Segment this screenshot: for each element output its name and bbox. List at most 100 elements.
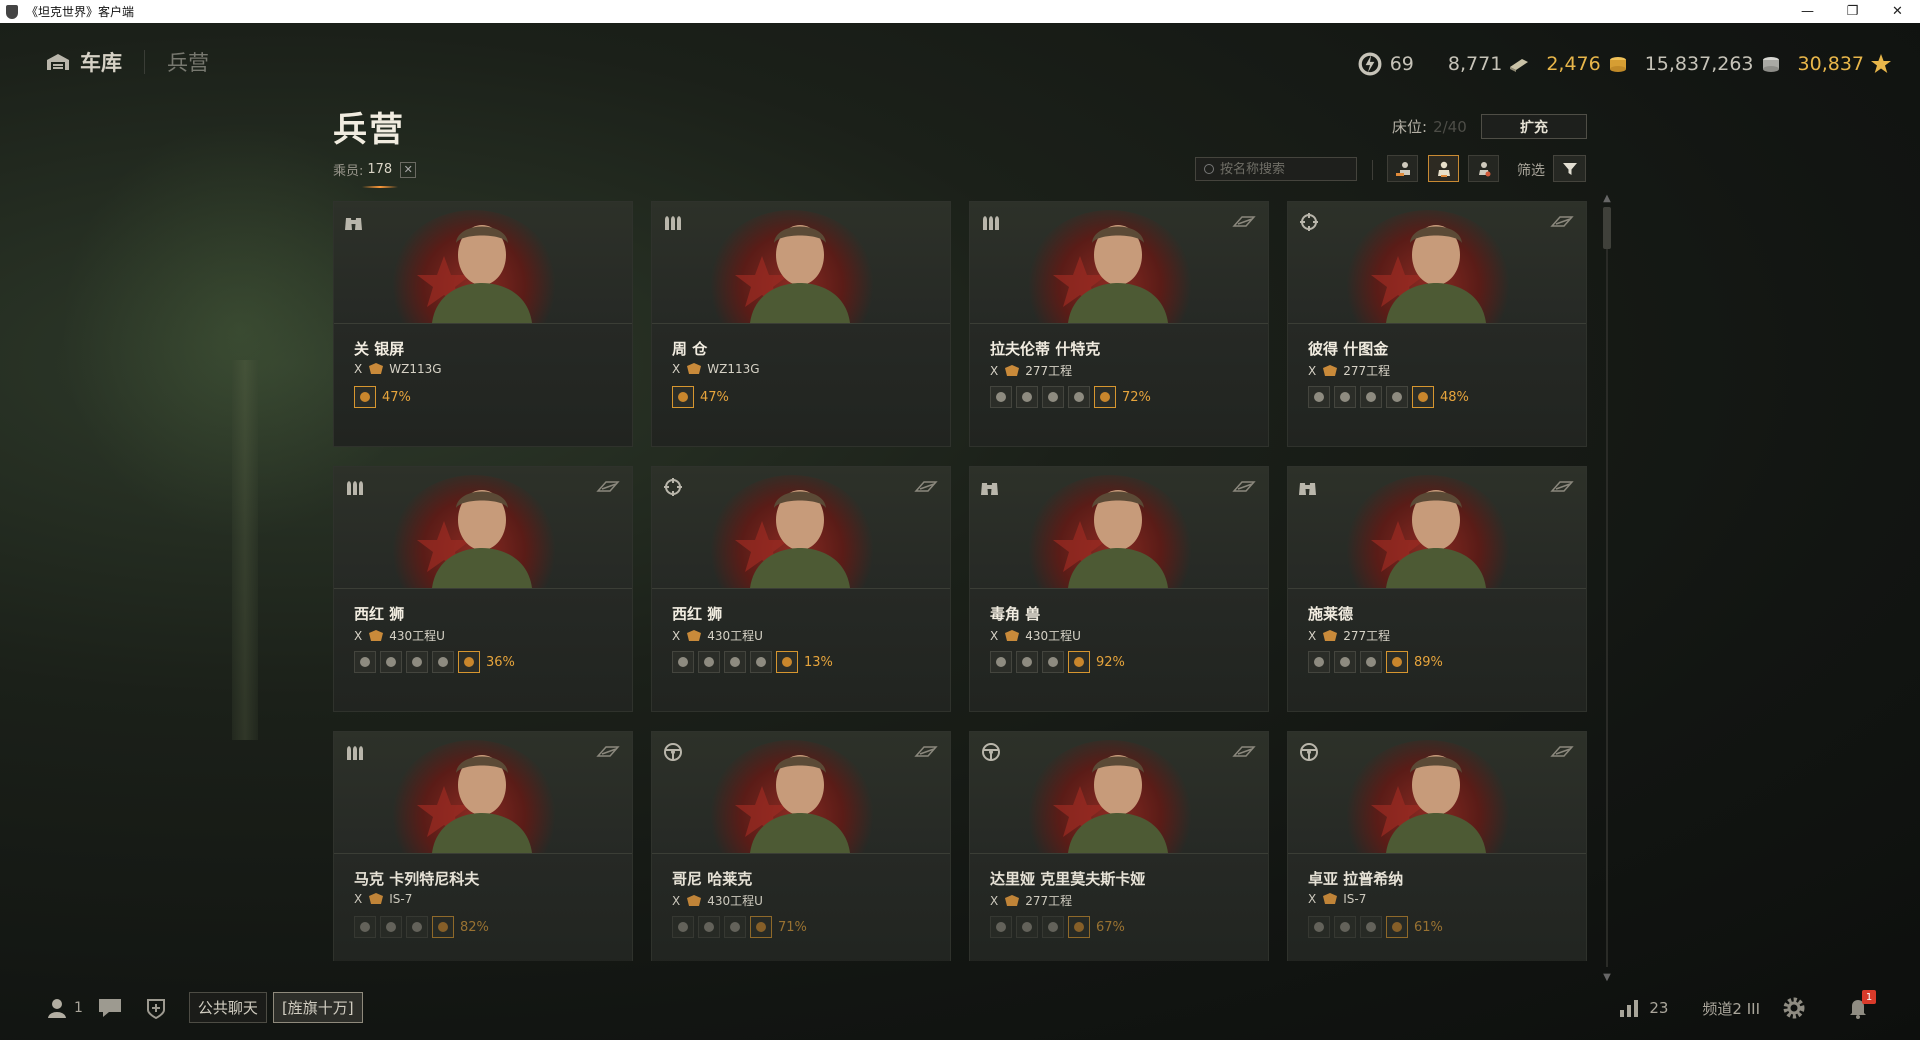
skill-icon[interactable]: [990, 651, 1012, 673]
skill-icon[interactable]: [1308, 916, 1330, 938]
skill-icon[interactable]: [750, 916, 772, 938]
crew-card[interactable]: 周 仓 X WZ113G 47%: [651, 201, 951, 447]
skill-icon[interactable]: [432, 916, 454, 938]
crew-card[interactable]: 哥尼 哈莱克 X 430工程U 71%: [651, 731, 951, 961]
tank-name: WZ113G: [707, 362, 760, 376]
crew-count-highlight: [362, 186, 398, 188]
crew-card[interactable]: 关 银屏 X WZ113G 47%: [333, 201, 633, 447]
server-channel[interactable]: 频道2 III: [1702, 998, 1760, 1019]
crew-card[interactable]: 西红 狮 X 430工程U 36%: [333, 466, 633, 712]
filter-button[interactable]: [1553, 155, 1586, 182]
skill-icon[interactable]: [698, 916, 720, 938]
crew-card[interactable]: 卓亚 拉普希纳 X IS-7 61%: [1287, 731, 1587, 961]
skill-icon[interactable]: [1016, 386, 1038, 408]
tank-name: 277工程: [1025, 364, 1073, 378]
crew-card[interactable]: 彼得 什图金 X 277工程 48%: [1287, 201, 1587, 447]
credits[interactable]: 15,837,263: [1645, 53, 1782, 75]
skill-icon[interactable]: [1334, 386, 1356, 408]
tank-tier: X: [672, 893, 681, 908]
search-box[interactable]: [1195, 157, 1357, 181]
nav-garage[interactable]: 车库: [80, 47, 122, 77]
public-chat-button[interactable]: 公共聊天: [188, 992, 267, 1023]
clan-chat-button[interactable]: [旌旗十万]: [272, 992, 363, 1023]
bonds[interactable]: 30,837: [1798, 53, 1892, 75]
skill-icon[interactable]: [672, 651, 694, 673]
skill-icon[interactable]: [354, 386, 376, 408]
skill-icon[interactable]: [724, 916, 746, 938]
skill-icon[interactable]: [1334, 651, 1356, 673]
skill-icon[interactable]: [1068, 386, 1090, 408]
crew-card[interactable]: 西红 狮 X 430工程U 13%: [651, 466, 951, 712]
filter-reserve-button[interactable]: [1468, 155, 1499, 182]
skill-icon[interactable]: [380, 916, 402, 938]
skill-icon[interactable]: [990, 916, 1012, 938]
chat-icon[interactable]: [97, 997, 123, 1019]
scroll-thumb[interactable]: [1603, 207, 1611, 249]
gold[interactable]: 2,476: [1546, 53, 1628, 75]
nav-barracks[interactable]: 兵营: [167, 47, 209, 77]
crew-card[interactable]: 拉夫伦蒂 什特克 X 277工程 72%: [969, 201, 1269, 447]
skill-icon[interactable]: [1360, 916, 1382, 938]
skill-icon[interactable]: [1042, 651, 1064, 673]
skill-icon[interactable]: [1068, 916, 1090, 938]
skill-icon[interactable]: [750, 651, 772, 673]
skill-icon[interactable]: [1360, 651, 1382, 673]
skill-icon[interactable]: [1068, 651, 1090, 673]
scrollbar[interactable]: ▲ ▼: [1601, 193, 1613, 983]
crew-tank: X 277工程: [990, 362, 1072, 379]
expand-button[interactable]: 扩充: [1481, 114, 1587, 139]
clear-filter-button[interactable]: ✕: [400, 161, 417, 178]
skill-icon[interactable]: [672, 386, 694, 408]
skill-icon[interactable]: [724, 651, 746, 673]
skill-icon[interactable]: [1308, 386, 1330, 408]
scroll-up-icon[interactable]: ▲: [1601, 193, 1613, 204]
skill-icon[interactable]: [432, 651, 454, 673]
skill-icon[interactable]: [776, 651, 798, 673]
tank-tier: X: [1308, 628, 1317, 643]
gear-icon[interactable]: [1782, 996, 1806, 1020]
skill-icon[interactable]: [1412, 386, 1434, 408]
shells-icon: [665, 216, 681, 230]
ping-value: 23: [1649, 999, 1669, 1017]
skill-icon[interactable]: [406, 916, 428, 938]
crew-card[interactable]: 施莱德 X 277工程 89%: [1287, 466, 1587, 712]
crew-card[interactable]: 达里娅 克里莫夫斯卡娅 X 277工程 67%: [969, 731, 1269, 961]
skill-icon[interactable]: [354, 651, 376, 673]
skill-icon[interactable]: [1386, 916, 1408, 938]
restore-button[interactable]: ❐: [1830, 0, 1875, 23]
crew-xp[interactable]: 8,771: [1448, 53, 1530, 75]
skill-icon[interactable]: [354, 916, 376, 938]
crew-card[interactable]: 马克 卡列特尼科夫 X IS-7 82%: [333, 731, 633, 961]
tank-tier: X: [990, 363, 999, 378]
skill-icon[interactable]: [380, 651, 402, 673]
skill-icon[interactable]: [698, 651, 720, 673]
toolbar-divider: [1372, 160, 1373, 180]
skill-icon[interactable]: [458, 651, 480, 673]
close-button[interactable]: ✕: [1875, 0, 1920, 23]
search-input[interactable]: [1220, 161, 1350, 177]
skill-icon[interactable]: [1334, 916, 1356, 938]
mastery-mark-icon: [1232, 481, 1256, 492]
skill-icon[interactable]: [1386, 651, 1408, 673]
skill-icon[interactable]: [1042, 916, 1064, 938]
scroll-track[interactable]: [1606, 207, 1608, 967]
skill-icon[interactable]: [1308, 651, 1330, 673]
notifications-button[interactable]: 1: [1846, 990, 1876, 1020]
crew-card[interactable]: 毒角 兽 X 430工程U 92%: [969, 466, 1269, 712]
minimize-button[interactable]: —: [1785, 0, 1830, 23]
skill-icon[interactable]: [406, 651, 428, 673]
skill-icon[interactable]: [1386, 386, 1408, 408]
garage-icon: [47, 54, 69, 70]
skill-icon[interactable]: [672, 916, 694, 938]
skill-icon[interactable]: [990, 386, 1012, 408]
crew-count: 乘员: 178 ✕: [333, 160, 417, 179]
skill-icon[interactable]: [1094, 386, 1116, 408]
skill-icon[interactable]: [1360, 386, 1382, 408]
filter-all-crew-button[interactable]: [1428, 155, 1459, 182]
clan-icon[interactable]: [143, 997, 169, 1019]
skill-icon[interactable]: [1016, 651, 1038, 673]
skill-icon[interactable]: [1042, 386, 1064, 408]
free-xp[interactable]: 69: [1358, 52, 1414, 76]
skill-icon[interactable]: [1016, 916, 1038, 938]
filter-in-tank-button[interactable]: [1387, 155, 1418, 182]
